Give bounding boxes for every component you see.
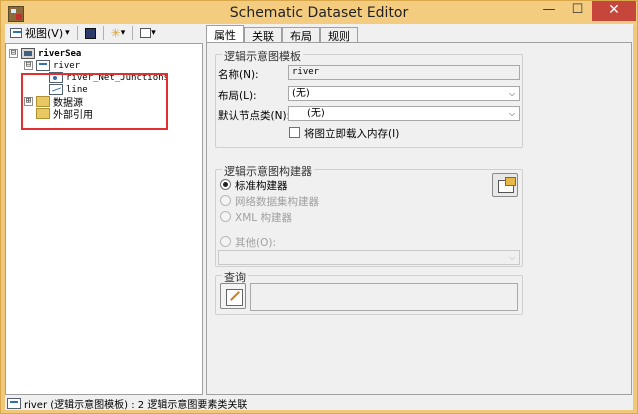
save-icon — [84, 27, 96, 39]
red-highlight-box — [21, 73, 168, 130]
chevron-down-icon: ▾ — [151, 28, 156, 38]
other-builder-label: 其他(O): — [235, 237, 276, 249]
chevron-down-icon: ▾ — [65, 28, 70, 38]
status-text: river (逻辑示意图模板) : 2 逻辑示意图要素类关联 — [24, 399, 248, 411]
chevron-down-icon: ⌵ — [508, 109, 516, 118]
close-button[interactable]: ✕ — [592, 1, 636, 21]
diagram-template-icon — [7, 397, 21, 409]
xml-builder-label: XML 构建器 — [235, 212, 292, 224]
collapse-icon[interactable]: ⊟ — [24, 61, 33, 70]
minimize-button[interactable]: — — [535, 1, 563, 21]
list-icon — [140, 28, 152, 38]
view-menu-label: 视图(V) — [25, 27, 64, 40]
builder-group: 逻辑示意图构建器 标准构建器 网络数据集构建器 XML 构建器 其他(O): ⌵ — [215, 163, 523, 267]
tree-item-label: river — [53, 60, 81, 71]
network-builder-radio[interactable] — [220, 195, 231, 206]
new-item-button[interactable]: ✳ ▾ — [108, 25, 129, 41]
standard-builder-label: 标准构建器 — [235, 180, 288, 192]
sparkle-icon: ✳ — [110, 26, 121, 40]
chevron-down-icon: ▾ — [120, 28, 126, 38]
standard-builder-radio[interactable] — [220, 179, 231, 190]
tab-rules[interactable]: 规则 — [320, 27, 358, 43]
view-icon — [10, 28, 22, 38]
default-node-label: 默认节点类(N): — [218, 110, 291, 122]
other-builder-radio[interactable] — [220, 236, 231, 247]
load-in-memory-label: 将图立即载入内存(I) — [304, 128, 400, 140]
layout-label: 布局(L): — [218, 90, 257, 102]
query-text-area[interactable] — [250, 283, 518, 311]
collapse-icon[interactable]: ⊟ — [9, 49, 18, 58]
query-group: 查询 — [215, 269, 523, 315]
chevron-down-icon: ⌵ — [508, 253, 516, 262]
default-node-select-value: (无) — [307, 108, 325, 119]
save-button[interactable] — [82, 25, 99, 41]
app-window: Schematic Dataset Editor — ☐ ✕ 视图(V) ▾ ✳… — [0, 0, 638, 414]
database-icon — [21, 48, 35, 59]
tab-properties[interactable]: 属性 — [206, 25, 244, 43]
view-menu-button[interactable]: 视图(V) ▾ — [7, 25, 73, 41]
dataset-tree[interactable]: ⊟ riverSea ⊟ river river_Net_Junctions l… — [5, 43, 203, 395]
tab-layout[interactable]: 布局 — [282, 27, 320, 43]
name-field[interactable]: river — [288, 65, 520, 80]
status-bar: river (逻辑示意图模板) : 2 逻辑示意图要素类关联 — [5, 396, 633, 411]
edit-query-button[interactable] — [220, 283, 246, 309]
xml-builder-radio[interactable] — [220, 211, 231, 222]
properties-panel: 逻辑示意图模板 名称(N): river 布局(L): (无) ⌵ 默认节点类(… — [206, 42, 632, 395]
toolbar-separator — [102, 26, 104, 40]
group-title: 逻辑示意图模板 — [222, 48, 303, 64]
maximize-button[interactable]: ☐ — [564, 1, 591, 21]
tree-root-label: riverSea — [38, 48, 82, 59]
network-builder-label: 网络数据集构建器 — [235, 196, 319, 208]
load-in-memory-checkbox[interactable] — [289, 127, 300, 138]
options-button[interactable]: ▾ — [137, 25, 159, 41]
tree-toolbar: 视图(V) ▾ ✳ ▾ ▾ — [5, 24, 203, 42]
name-label: 名称(N): — [218, 69, 259, 81]
toolbar-separator — [132, 26, 134, 40]
builder-properties-button[interactable] — [492, 173, 518, 197]
layout-select-value: (无) — [292, 88, 310, 99]
diagram-template-icon — [36, 60, 50, 71]
group-title: 逻辑示意图构建器 — [222, 163, 314, 179]
client-area: 视图(V) ▾ ✳ ▾ ▾ ⊟ riverSea ⊟ river river_N… — [5, 24, 633, 411]
tab-associations[interactable]: 关联 — [244, 27, 282, 43]
template-group: 逻辑示意图模板 名称(N): river 布局(L): (无) ⌵ 默认节点类(… — [215, 48, 523, 148]
other-builder-select[interactable]: ⌵ — [218, 250, 520, 265]
toolbar-separator — [76, 26, 78, 40]
layout-select[interactable]: (无) ⌵ — [288, 86, 520, 101]
chevron-down-icon: ⌵ — [508, 89, 516, 98]
tab-strip: 属性 关联 布局 规则 — [206, 25, 358, 43]
default-node-select[interactable]: (无) ⌵ — [288, 106, 520, 121]
